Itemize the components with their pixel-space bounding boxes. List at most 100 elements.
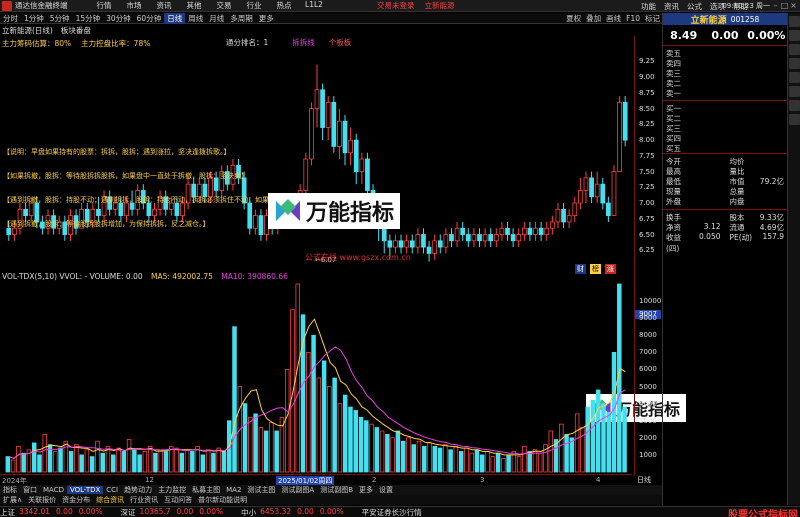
tab-daily[interactable]: 日线 [164, 12, 186, 24]
extension-tabs: 扩展∧ 关联报价 资金分布 综合资讯 行业资讯 互动问答 普尔新动能说明 [0, 495, 662, 505]
index-zx[interactable]: 中小 6453.32 0.00 0.00% [241, 507, 350, 517]
tab-weekly[interactable]: 周线 [185, 13, 206, 24]
limit-up-tag[interactable]: 涨 [605, 264, 616, 274]
tab-macd[interactable]: MACD [40, 486, 67, 494]
tab-more[interactable]: 更多 [256, 13, 277, 24]
f10-button[interactable]: F10 [626, 14, 640, 23]
candle-down [477, 234, 482, 242]
tab-more-indicators[interactable]: 更多 [356, 485, 376, 495]
candle-down [465, 234, 471, 242]
index-pct: 0.00% [78, 506, 103, 516]
restore-rights-button[interactable]: 夏权 [566, 13, 581, 24]
tab-fenshi[interactable]: 分时 [0, 13, 21, 24]
volume-bar-up [16, 445, 21, 473]
tab-news[interactable]: 综合资讯 [93, 495, 127, 505]
tab-fund-distribution[interactable]: 资金分布 [59, 495, 93, 505]
menu-hangqing[interactable]: 行情 [89, 0, 119, 11]
tab-qa[interactable]: 互动问答 [161, 495, 195, 505]
volume-bar-up [469, 452, 474, 473]
volume-bar-up [501, 457, 506, 473]
volume-bar-down [480, 454, 485, 473]
tab-multi-period[interactable]: 多周期 [227, 13, 256, 24]
index-sh[interactable]: 上证 3342.01 0.00 0.00% [0, 507, 109, 517]
price-tick-label: 8.25 [639, 120, 655, 129]
finance-tag[interactable]: 财 [575, 264, 586, 274]
tab-15min[interactable]: 15分钟 [73, 13, 104, 24]
menu-l1l2[interactable]: L1L2 [299, 0, 329, 11]
volume-bar-down [111, 454, 116, 473]
menu-zixun[interactable]: 资讯 [149, 0, 179, 11]
tab-settings[interactable]: 设置 [376, 485, 396, 495]
tab-related-quote[interactable]: 关联报价 [25, 495, 59, 505]
tab-1min[interactable]: 1分钟 [21, 13, 47, 24]
tab-test-main[interactable]: 测试主图 [244, 485, 278, 495]
stock-link[interactable]: 立新能源 [425, 0, 455, 11]
candle-up [303, 158, 309, 191]
price-tick-label: 7.75 [639, 151, 655, 160]
volume-bar-down [232, 326, 237, 473]
menu-jiaoyi[interactable]: 交易 [209, 0, 239, 11]
volume-bar-down [411, 444, 416, 473]
menu-hangye[interactable]: 行业 [239, 0, 269, 11]
tab-private-main[interactable]: 私募主图 [189, 485, 223, 495]
minimize-icon[interactable]: – [771, 1, 780, 10]
stat-value: 3.12 [703, 222, 721, 231]
price-tick-label: 8.50 [639, 104, 655, 113]
index-sz[interactable]: 深证 10365.7 0.00 0.00% [121, 507, 230, 517]
close-icon[interactable]: × [789, 1, 798, 10]
tab-monthly[interactable]: 月线 [206, 13, 227, 24]
tool-icon[interactable] [789, 72, 800, 83]
menu-zixun2[interactable]: 资讯 [664, 1, 679, 12]
tab-test-sub-b[interactable]: 测试副图B [317, 485, 356, 495]
index-label: 中小 [241, 507, 257, 517]
tab-test-sub-a[interactable]: 测试副图A [278, 485, 317, 495]
tool-icon[interactable] [789, 100, 800, 111]
tab-30min[interactable]: 30分钟 [103, 13, 134, 24]
rank-tag[interactable]: 榜 [590, 264, 601, 274]
candle-up [432, 240, 438, 254]
trade-login-link[interactable]: 交易未登录 [377, 0, 415, 11]
volume-bar-up [126, 439, 132, 473]
menu-gongshi[interactable]: 公式 [687, 1, 702, 12]
volume-bar-up [284, 369, 290, 473]
volume-tick-label: 10000 [639, 297, 662, 306]
volume-tick-label: 2000 [639, 433, 657, 442]
tool-icon[interactable] [789, 44, 800, 55]
menu-qita[interactable]: 其他 [179, 0, 209, 11]
tool-icon[interactable] [789, 86, 800, 97]
tab-main-monitor[interactable]: 主力监控 [155, 485, 189, 495]
tab-cci[interactable]: CCI [103, 486, 121, 494]
tab-5min[interactable]: 5分钟 [47, 13, 73, 24]
stat-value [755, 166, 787, 176]
menu-gongneng[interactable]: 功能 [641, 1, 656, 12]
volume-chart[interactable] [0, 280, 632, 474]
tool-icon[interactable] [789, 30, 800, 41]
tab-window[interactable]: 窗口 [20, 485, 40, 495]
tab-vol-tdx[interactable]: VOL-TDX [66, 486, 104, 494]
tool-icon[interactable] [789, 114, 800, 125]
chart-indicator-name[interactable]: 板块番盘 [61, 25, 91, 36]
volume-bar-up [84, 449, 90, 473]
overlay-button[interactable]: 叠加 [586, 13, 601, 24]
candle-up [443, 234, 449, 248]
stat-label: 股本 [729, 213, 745, 222]
volume-bar-down [595, 389, 601, 473]
tool-icon[interactable] [789, 16, 800, 27]
volume-bar-down [211, 452, 216, 473]
tab-description[interactable]: 普尔新动能说明 [195, 495, 250, 505]
volume-bar-down [100, 452, 105, 473]
mark-button[interactable]: 标记 [645, 13, 660, 24]
maximize-icon[interactable]: □ [780, 1, 789, 10]
tab-indicator[interactable]: 指标 [0, 485, 20, 495]
menu-shichang[interactable]: 市场 [119, 0, 149, 11]
tool-icon[interactable] [789, 58, 800, 69]
tab-trend[interactable]: 趋势动力 [121, 485, 155, 495]
index-pct: 0.00% [199, 506, 224, 516]
tab-60min[interactable]: 60分钟 [134, 13, 165, 24]
menu-redian[interactable]: 热点 [269, 0, 299, 11]
volume-bar-up [490, 456, 496, 473]
tab-industry-news[interactable]: 行业资讯 [127, 495, 161, 505]
tab-ma2[interactable]: MA2 [223, 486, 244, 494]
tab-extend[interactable]: 扩展∧ [0, 495, 25, 505]
draw-line-button[interactable]: 画线 [606, 13, 621, 24]
